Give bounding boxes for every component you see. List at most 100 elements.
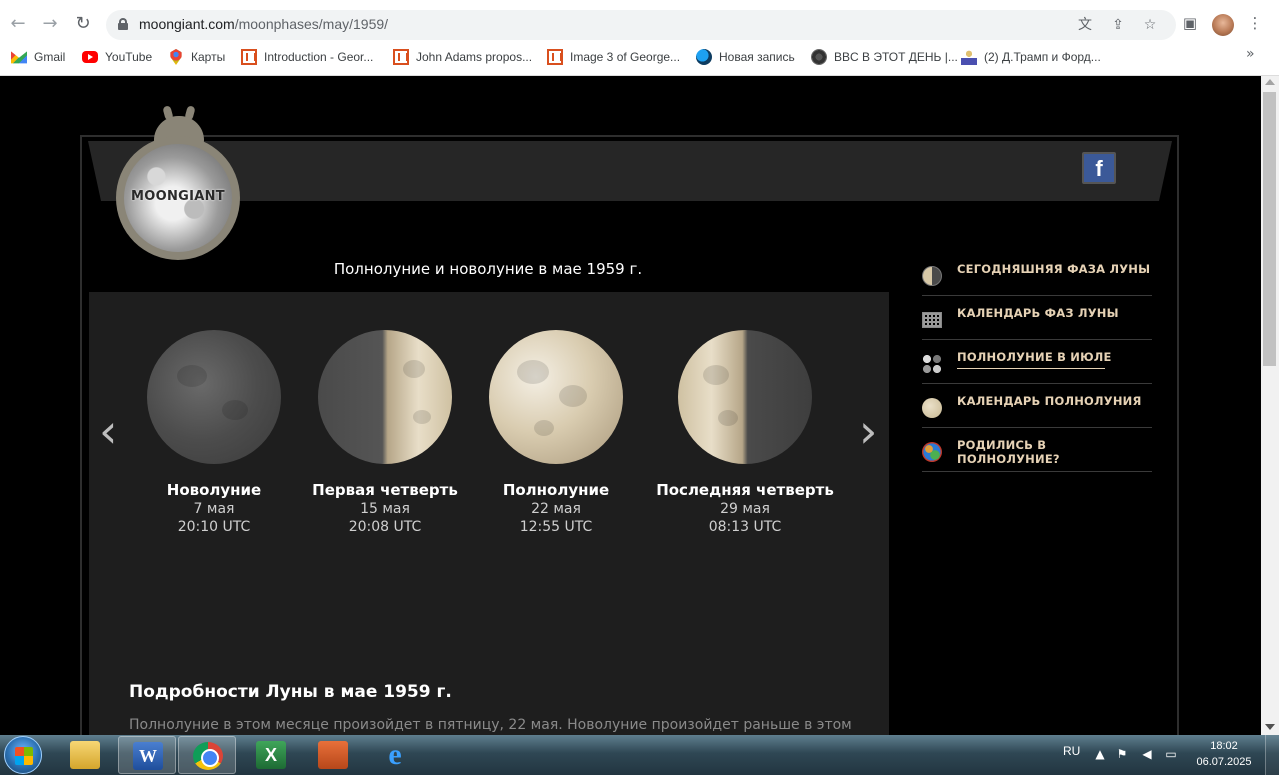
reload-icon[interactable]: ↻ <box>71 12 95 36</box>
language-indicator[interactable]: RU <box>1063 744 1080 758</box>
bookmark-introduction[interactable]: Introduction - Geor... <box>241 47 373 67</box>
gmail-icon <box>11 51 27 64</box>
full-moon-icon <box>489 330 623 464</box>
bookmark-label: YouTube <box>105 50 153 64</box>
scroll-up-icon[interactable] <box>1265 79 1275 85</box>
url-path: /moonphases/may/1959/ <box>234 16 389 32</box>
menu-item-label: СЕГОДНЯШНЯЯ ФАЗА ЛУНЫ <box>957 262 1151 276</box>
facebook-icon[interactable]: f <box>1082 152 1116 184</box>
bookmark-john-adams[interactable]: John Adams propos... <box>393 47 532 67</box>
phase-time: 20:08 UTC <box>348 519 422 535</box>
last-quarter-moon-icon <box>678 330 812 464</box>
menu-item-full-moon-july[interactable]: ПОЛНОЛУНИЕ В ИЮЛЕ <box>922 340 1152 384</box>
bookmark-star-icon[interactable]: ☆ <box>1141 16 1159 34</box>
menu-item-todays-phase[interactable]: СЕГОДНЯШНЯЯ ФАЗА ЛУНЫ <box>922 252 1152 296</box>
bookmark-maps[interactable]: Карты <box>168 47 225 67</box>
new-moon-icon <box>147 330 281 464</box>
taskbar-chrome[interactable] <box>178 736 236 774</box>
phase-name: Новолуние <box>166 481 262 499</box>
next-arrow-icon[interactable]: › <box>859 404 877 458</box>
phase-name: Первая четверть <box>312 481 458 499</box>
more-bookmarks-button[interactable]: » <box>1246 46 1255 62</box>
site-header-band <box>88 141 1172 201</box>
phase-card-new-moon[interactable]: Новолуние 7 мая 20:10 UTC <box>119 330 309 535</box>
bookmark-youtube[interactable]: YouTube <box>82 47 152 67</box>
taskbar-powerpoint[interactable] <box>304 736 362 774</box>
back-icon[interactable]: ← <box>6 12 30 36</box>
share-icon[interactable]: ⇪ <box>1109 16 1127 34</box>
profile-avatar[interactable] <box>1212 14 1234 36</box>
clock-date: 06.07.2025 <box>1196 756 1252 768</box>
bookmarks-bar: Gmail YouTube Карты Introduction - Geor.… <box>0 45 1279 69</box>
bookmark-label: Новая запись <box>719 50 795 64</box>
address-bar[interactable]: moongiant.com/moonphases/may/1959/ 文 ⇪ ☆ <box>106 10 1176 40</box>
bookmark-label: BBC В ЭТОТ ДЕНЬ |... <box>834 50 958 64</box>
phase-time: 12:55 UTC <box>519 519 593 535</box>
taskbar-explorer[interactable] <box>56 736 114 774</box>
scroll-down-icon[interactable] <box>1265 724 1275 730</box>
document-icon <box>547 49 563 65</box>
action-center-icon[interactable]: ⚑ <box>1114 746 1130 762</box>
internet-explorer-icon: e <box>388 738 402 771</box>
details-heading: Подробности Луны в мае 1959 г. <box>129 682 452 702</box>
taskbar-ie[interactable]: e <box>366 736 424 774</box>
forward-icon[interactable]: → <box>38 12 62 36</box>
phase-card-last-quarter[interactable]: Последняя четверть 29 мая 08:13 UTC <box>650 330 840 535</box>
person-icon <box>961 49 977 65</box>
half-moon-icon <box>922 266 942 286</box>
windows-taskbar: W X e RU ▲ ⚑ ◀ ▭ 18:02 06.07.2025 <box>0 735 1279 775</box>
browser-chrome: ← → ↻ moongiant.com/moonphases/may/1959/… <box>0 0 1279 76</box>
maps-icon <box>170 49 182 65</box>
translate-icon[interactable]: 文 <box>1076 16 1094 34</box>
clock-time: 18:02 <box>1210 740 1238 752</box>
bookmark-label: Introduction - Geor... <box>264 50 374 64</box>
url-text[interactable]: moongiant.com/moonphases/may/1959/ <box>139 16 388 32</box>
network-icon[interactable]: ▭ <box>1163 746 1179 762</box>
volume-icon[interactable]: ◀ <box>1139 746 1155 762</box>
menu-item-born-full-moon[interactable]: РОДИЛИСЬ В ПОЛНОЛУНИЕ? <box>922 428 1152 472</box>
phase-time: 20:10 UTC <box>177 519 251 535</box>
four-phases-icon <box>922 354 942 374</box>
taskbar-word[interactable]: W <box>118 736 176 774</box>
bookmark-gmail[interactable]: Gmail <box>11 47 65 67</box>
chrome-icon <box>193 742 223 770</box>
scroll-thumb[interactable] <box>1263 92 1276 366</box>
bookmark-new-post[interactable]: Новая запись <box>696 47 795 67</box>
phase-date: 15 мая <box>360 501 410 517</box>
bookmark-bbc[interactable]: BBC В ЭТОТ ДЕНЬ |... <box>811 47 958 67</box>
vertical-scrollbar[interactable] <box>1261 76 1279 735</box>
prev-arrow-icon[interactable]: ‹ <box>99 404 117 458</box>
phase-card-full-moon[interactable]: Полнолуние 22 мая 12:55 UTC <box>461 330 651 535</box>
bookmark-image-george[interactable]: Image 3 of George... <box>547 47 680 67</box>
url-host: moongiant.com <box>139 16 235 32</box>
youtube-icon <box>82 51 98 63</box>
powerpoint-icon <box>318 741 348 769</box>
show-desktop-button[interactable] <box>1265 735 1279 775</box>
menu-item-phase-calendar[interactable]: КАЛЕНДАРЬ ФАЗ ЛУНЫ <box>922 296 1152 340</box>
windows-logo-icon <box>15 747 33 765</box>
phase-date: 7 мая <box>193 501 235 517</box>
start-button[interactable] <box>4 736 42 774</box>
first-quarter-moon-icon <box>318 330 452 464</box>
moongiant-logo[interactable]: MOONGIANT <box>114 102 244 262</box>
menu-item-full-moon-calendar[interactable]: КАЛЕНДАРЬ ПОЛНОЛУНИЯ <box>922 384 1152 428</box>
menu-item-label: РОДИЛИСЬ В ПОЛНОЛУНИЕ? <box>957 438 1060 466</box>
bookmark-label: John Adams propos... <box>416 50 533 64</box>
menu-item-label: ПОЛНОЛУНИЕ В ИЮЛЕ <box>957 350 1112 364</box>
system-clock[interactable]: 18:02 06.07.2025 <box>1192 738 1256 770</box>
excel-icon: X <box>256 741 286 769</box>
tray-expand-icon[interactable]: ▲ <box>1092 746 1108 762</box>
side-panel-icon[interactable]: ▣ <box>1180 13 1200 33</box>
phase-card-first-quarter[interactable]: Первая четверть 15 мая 20:08 UTC <box>290 330 480 535</box>
bookmark-label: (2) Д.Трамп и Форд... <box>984 50 1101 64</box>
word-icon: W <box>133 742 163 770</box>
phase-date: 22 мая <box>531 501 581 517</box>
earth-icon <box>922 442 942 462</box>
taskbar-excel[interactable]: X <box>242 736 300 774</box>
lock-icon[interactable] <box>118 18 128 30</box>
menu-item-label: КАЛЕНДАРЬ ПОЛНОЛУНИЯ <box>957 394 1142 408</box>
menu-kebab-icon[interactable]: ⋮ <box>1245 13 1265 33</box>
phase-name: Полнолуние <box>502 481 610 499</box>
moon-phases-panel: ‹ › Новолуние 7 мая 20:10 UTC Первая чет… <box>89 292 889 735</box>
bookmark-trump-ford[interactable]: (2) Д.Трамп и Форд... <box>961 47 1101 67</box>
